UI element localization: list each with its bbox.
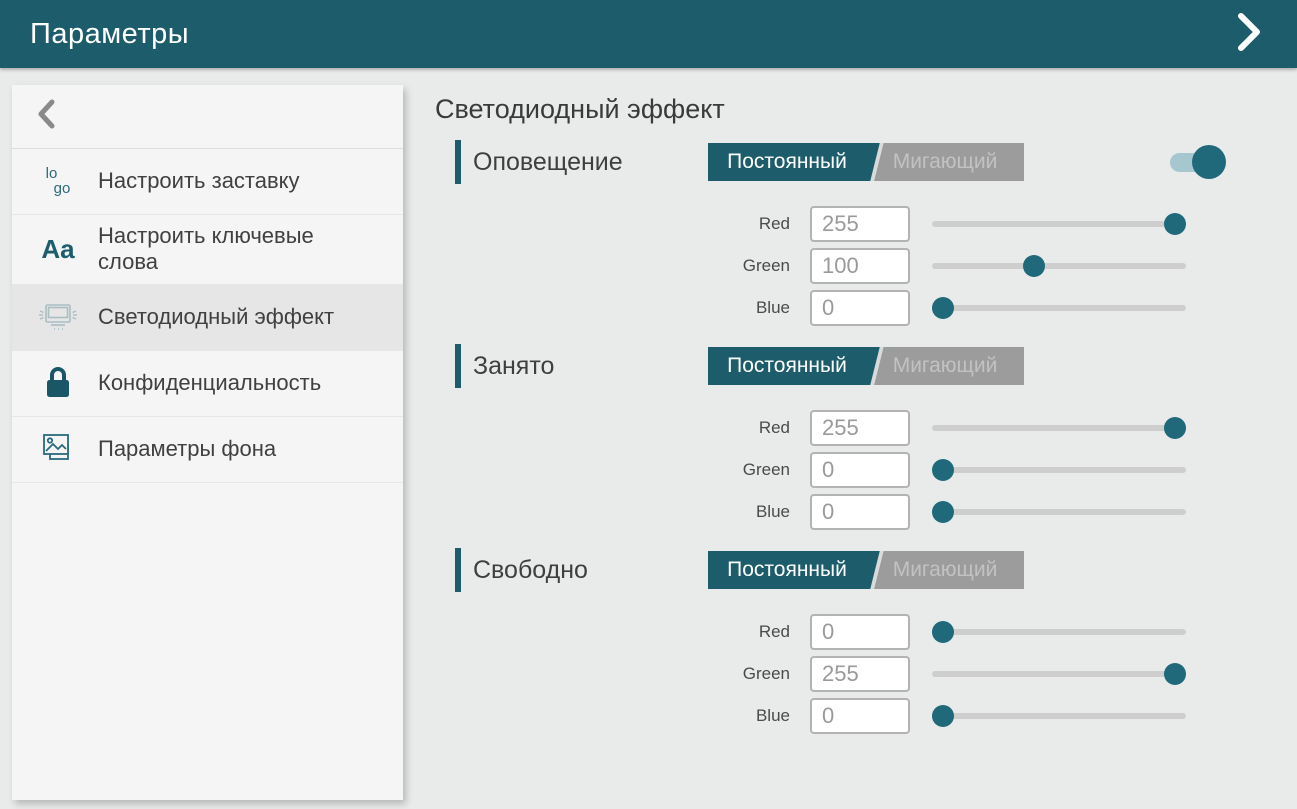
slider-thumb[interactable] — [932, 459, 954, 481]
green-input[interactable] — [810, 452, 910, 488]
red-label: Red — [700, 418, 790, 438]
green-slider[interactable] — [932, 255, 1186, 277]
slider-thumb[interactable] — [1164, 213, 1186, 235]
slider-thumb[interactable] — [1023, 255, 1045, 277]
red-input[interactable] — [810, 614, 910, 650]
section-busy: Занято Постоянный Мигающий Red Green — [435, 343, 1297, 529]
blue-label: Blue — [700, 298, 790, 318]
sidebar-item-privacy[interactable]: Конфиденциальность — [12, 351, 403, 417]
sidebar-item-label: Настроить ключевые слова — [98, 223, 348, 276]
green-label: Green — [700, 256, 790, 276]
blue-label: Blue — [700, 502, 790, 522]
section-accent-bar — [455, 140, 461, 184]
mode-option-solid[interactable]: Постоянный — [708, 551, 866, 589]
green-slider[interactable] — [932, 663, 1186, 685]
keywords-icon: Aa — [36, 234, 80, 265]
mode-option-blinking[interactable]: Мигающий — [866, 347, 1024, 385]
background-image-icon — [36, 432, 80, 466]
blue-input[interactable] — [810, 494, 910, 530]
blue-slider[interactable] — [932, 501, 1186, 523]
mode-toggle-notification: Постоянный Мигающий — [708, 143, 1024, 181]
green-label: Green — [700, 460, 790, 480]
sidebar-item-label: Настроить заставку — [98, 168, 300, 194]
blue-slider[interactable] — [932, 297, 1186, 319]
red-label: Red — [700, 622, 790, 642]
blue-label: Blue — [700, 706, 790, 726]
section-available: Свободно Постоянный Мигающий Red Green — [435, 547, 1297, 733]
section-notification: Оповещение Постоянный Мигающий Red Green — [435, 139, 1297, 325]
page-title: Параметры — [30, 18, 189, 51]
mode-option-blinking[interactable]: Мигающий — [866, 143, 1024, 181]
mode-option-blinking[interactable]: Мигающий — [866, 551, 1024, 589]
blue-input[interactable] — [810, 698, 910, 734]
red-slider[interactable] — [932, 621, 1186, 643]
sidebar-item-background[interactable]: Параметры фона — [12, 417, 403, 483]
green-input[interactable] — [810, 248, 910, 284]
section-title: Оповещение — [473, 148, 708, 177]
section-accent-bar — [455, 344, 461, 388]
mode-option-solid[interactable]: Постоянный — [708, 143, 866, 181]
mode-option-solid[interactable]: Постоянный — [708, 347, 866, 385]
panel-title: Светодиодный эффект — [435, 94, 1297, 125]
slider-thumb[interactable] — [932, 621, 954, 643]
sidebar: logo Настроить заставку Aa Настроить клю… — [12, 85, 403, 800]
led-effect-panel: Светодиодный эффект Оповещение Постоянны… — [435, 68, 1297, 809]
sidebar-item-screensaver[interactable]: logo Настроить заставку — [12, 149, 403, 215]
sidebar-item-label: Конфиденциальность — [98, 370, 321, 396]
blue-input[interactable] — [810, 290, 910, 326]
red-input[interactable] — [810, 410, 910, 446]
section-accent-bar — [455, 548, 461, 592]
green-label: Green — [700, 664, 790, 684]
sidebar-item-led-effect[interactable]: Светодиодный эффект — [12, 285, 403, 351]
red-slider[interactable] — [932, 417, 1186, 439]
green-input[interactable] — [810, 656, 910, 692]
app-header: Параметры — [0, 0, 1297, 68]
sidebar-item-label: Светодиодный эффект — [98, 304, 334, 330]
sidebar-item-label: Параметры фона — [98, 436, 276, 462]
section-title: Занято — [473, 352, 708, 381]
section-title: Свободно — [473, 556, 708, 585]
sidebar-item-keywords[interactable]: Aa Настроить ключевые слова — [12, 215, 403, 285]
slider-thumb[interactable] — [1164, 417, 1186, 439]
lock-icon — [36, 366, 80, 400]
switch-thumb — [1192, 145, 1226, 179]
slider-thumb[interactable] — [932, 501, 954, 523]
slider-thumb[interactable] — [932, 705, 954, 727]
mode-toggle-busy: Постоянный Мигающий — [708, 347, 1024, 385]
slider-thumb[interactable] — [932, 297, 954, 319]
green-slider[interactable] — [932, 459, 1186, 481]
red-label: Red — [700, 214, 790, 234]
red-input[interactable] — [810, 206, 910, 242]
red-slider[interactable] — [932, 213, 1186, 235]
blue-slider[interactable] — [932, 705, 1186, 727]
mode-toggle-available: Постоянный Мигающий — [708, 551, 1024, 589]
notification-led-switch[interactable] — [1170, 145, 1224, 179]
chevron-right-icon — [1235, 12, 1263, 57]
slider-thumb[interactable] — [1164, 663, 1186, 685]
sidebar-back-button[interactable] — [12, 85, 403, 149]
led-display-icon — [36, 301, 80, 333]
collapse-panel-button[interactable] — [1227, 12, 1271, 56]
logo-icon: logo — [36, 167, 80, 196]
chevron-left-icon — [36, 99, 56, 134]
